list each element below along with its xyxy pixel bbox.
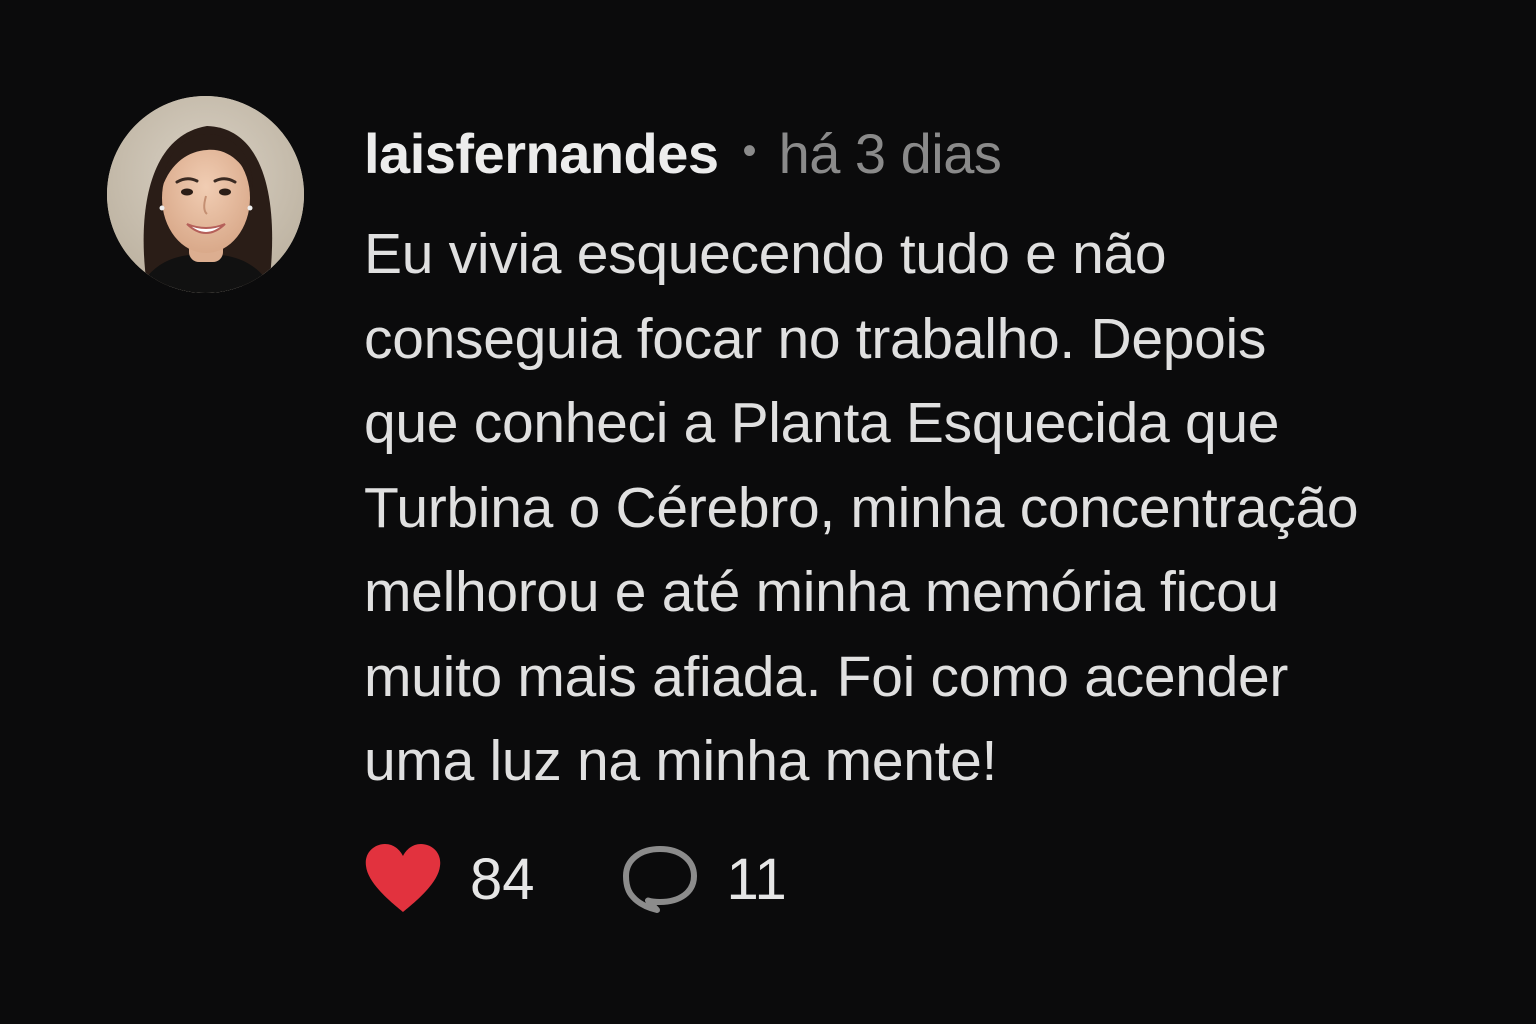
comment-post: laisfernandes • há 3 dias Eu vivia esque… xyxy=(0,0,1536,1024)
comment-line: que conheci a Planta Esquecida que xyxy=(364,391,1280,455)
comment-count: 11 xyxy=(726,846,787,912)
comment-line: Eu vivia esquecendo tudo e não xyxy=(364,222,1167,286)
like-button[interactable]: 84 xyxy=(364,844,535,914)
comment-body: Eu vivia esquecendo tudo e não conseguia… xyxy=(364,212,1504,804)
comment-button[interactable]: 11 xyxy=(621,844,787,914)
comment-line: muito mais afiada. Foi como acender xyxy=(364,644,1289,709)
username[interactable]: laisfernandes xyxy=(364,121,719,186)
post-header: laisfernandes • há 3 dias xyxy=(364,118,1002,188)
heart-icon[interactable] xyxy=(364,844,442,914)
comment-line: conseguia focar no trabalho. Depois xyxy=(364,306,1267,371)
comment-line: Turbina o Cérebro, minha concentração xyxy=(364,475,1359,540)
speech-bubble-icon[interactable] xyxy=(621,844,699,914)
post-actions: 84 11 xyxy=(364,838,787,920)
like-count: 84 xyxy=(470,846,535,912)
separator-dot: • xyxy=(742,128,757,173)
comment-line: uma luz na minha mente! xyxy=(364,729,998,793)
timestamp[interactable]: há 3 dias xyxy=(779,121,1002,186)
avatar-portrait-icon xyxy=(107,96,304,293)
comment-line: melhorou e até minha memória ficou xyxy=(364,560,1279,624)
avatar[interactable] xyxy=(107,96,304,293)
